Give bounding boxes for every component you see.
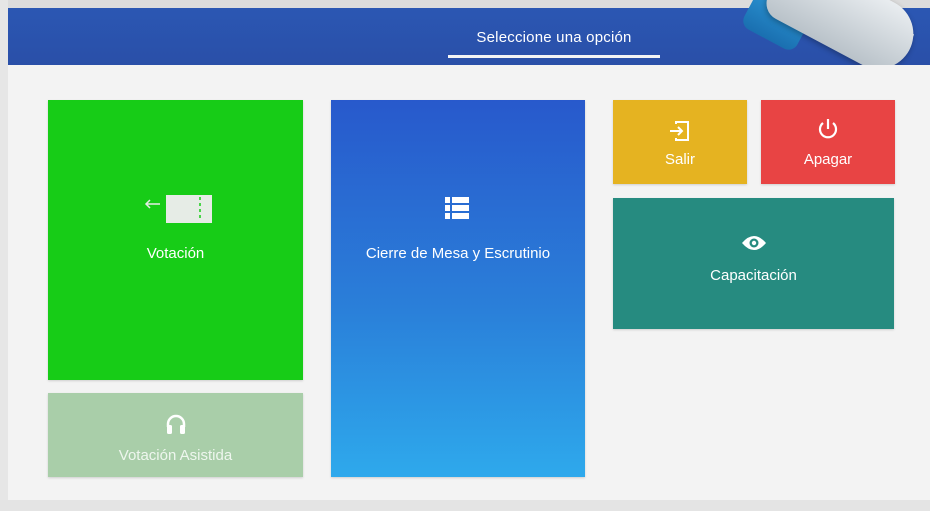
power-icon xyxy=(818,119,838,139)
votacion-button[interactable]: Votación xyxy=(48,100,303,380)
salir-button[interactable]: Salir xyxy=(613,100,747,184)
page-title: Seleccione una opción xyxy=(476,29,632,46)
votacion-label: Votación xyxy=(146,245,205,262)
votacion-asistida-button[interactable]: Votación Asistida xyxy=(48,393,303,477)
salir-label: Salir xyxy=(664,151,695,168)
votacion-asistida-label: Votación Asistida xyxy=(118,447,233,464)
title-underline xyxy=(448,55,660,58)
capacitacion-label: Capacitación xyxy=(710,267,797,284)
screen-bezel-left xyxy=(0,0,8,511)
list-icon xyxy=(445,197,469,219)
screen-bezel-bottom xyxy=(0,500,930,511)
cierre-label: Cierre de Mesa y Escrutinio xyxy=(365,245,551,262)
cierre-escrutinio-button[interactable]: Cierre de Mesa y Escrutinio xyxy=(331,100,585,477)
eye-icon xyxy=(742,236,766,250)
capacitacion-button[interactable]: Capacitación xyxy=(613,198,894,329)
exit-icon xyxy=(670,121,689,141)
headphones-icon xyxy=(166,414,186,434)
apagar-button[interactable]: Apagar xyxy=(761,100,895,184)
ballot-slot-icon xyxy=(140,195,212,223)
apagar-label: Apagar xyxy=(803,151,853,168)
